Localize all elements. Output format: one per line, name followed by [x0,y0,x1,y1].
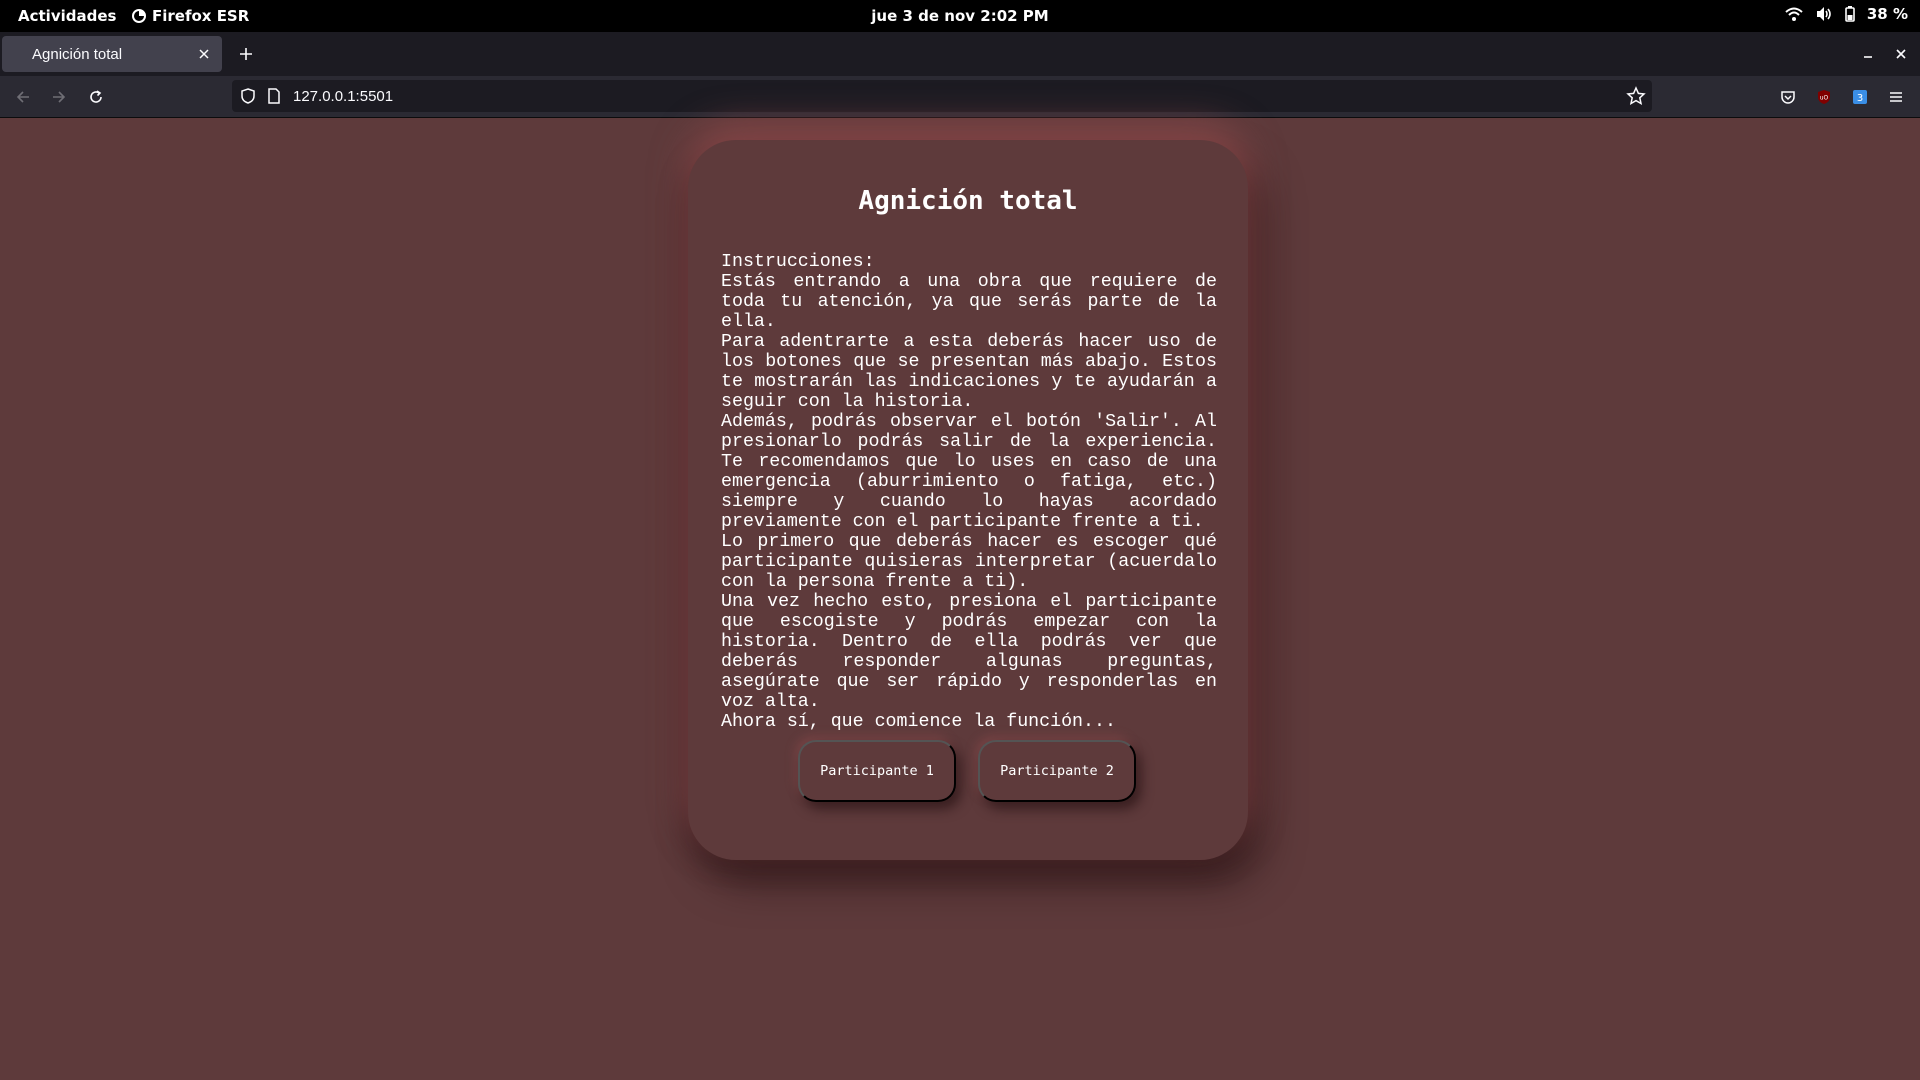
system-top-bar: Actividades Firefox ESR jue 3 de nov 2:0… [0,0,1920,32]
reload-icon[interactable] [84,85,108,109]
instructions-card: Agnición total Instrucciones: Estás entr… [688,140,1248,860]
instructions-paragraph: Lo primero que deberás hacer es escoger … [721,532,1217,592]
back-icon[interactable] [11,85,35,109]
star-icon[interactable] [1626,86,1646,111]
forward-icon[interactable] [47,85,71,109]
firefox-icon [132,9,146,23]
app-menu[interactable]: Firefox ESR [132,7,249,25]
instructions-paragraph: Para adentrarte a esta deberás hacer uso… [721,332,1217,412]
menu-icon[interactable] [1884,85,1908,109]
page-title: Agnición total [858,186,1078,216]
instructions-paragraph: Ahora sí, que comience la función... [721,712,1116,732]
battery-level: 38 % [1866,5,1908,23]
pocket-icon[interactable] [1776,85,1800,109]
instructions-heading: Instrucciones: [721,252,875,272]
activities-button[interactable]: Actividades [18,7,116,25]
participant-1-button[interactable]: Participante 1 [798,740,956,802]
clock-area: jue 3 de nov 2:02 PM [0,7,1920,25]
clock[interactable]: jue 3 de nov 2:02 PM [871,7,1048,25]
navigation-toolbar: 127.0.0.1:5501 uO 3 [0,76,1920,118]
extension-icon[interactable]: 3 [1848,85,1872,109]
tab-active[interactable]: Agnición total [2,36,222,72]
tab-title: Agnición total [32,46,123,63]
instructions-text: Instrucciones: Estás entrando a una obra… [721,252,1217,732]
page-icon[interactable] [266,87,282,110]
page-viewport: Agnición total Instrucciones: Estás entr… [0,118,1920,1080]
svg-text:uO: uO [1820,95,1829,102]
minimize-icon[interactable] [1856,42,1880,66]
close-icon[interactable] [194,44,214,64]
svg-text:3: 3 [1857,93,1863,104]
volume-icon [1815,6,1833,22]
system-tray[interactable]: 38 % [1785,5,1908,23]
plus-icon[interactable] [234,42,258,66]
instructions-paragraph: Además, podrás observar el botón 'Salir'… [721,412,1217,532]
tab-strip: Agnición total [0,32,1920,76]
instructions-paragraph: Estás entrando a una obra que requiere d… [721,272,1217,332]
url-bar[interactable]: 127.0.0.1:5501 [232,80,1652,112]
app-name: Firefox ESR [152,7,250,25]
battery-icon [1845,6,1855,22]
wifi-icon [1785,6,1803,22]
url-text[interactable]: 127.0.0.1:5501 [293,88,393,105]
ublock-icon[interactable]: uO [1812,85,1836,109]
window-close-icon[interactable] [1889,42,1913,66]
instructions-paragraph: Una vez hecho esto, presiona el particip… [721,592,1217,712]
participant-2-button[interactable]: Participante 2 [978,740,1136,802]
shield-icon[interactable] [238,86,258,111]
